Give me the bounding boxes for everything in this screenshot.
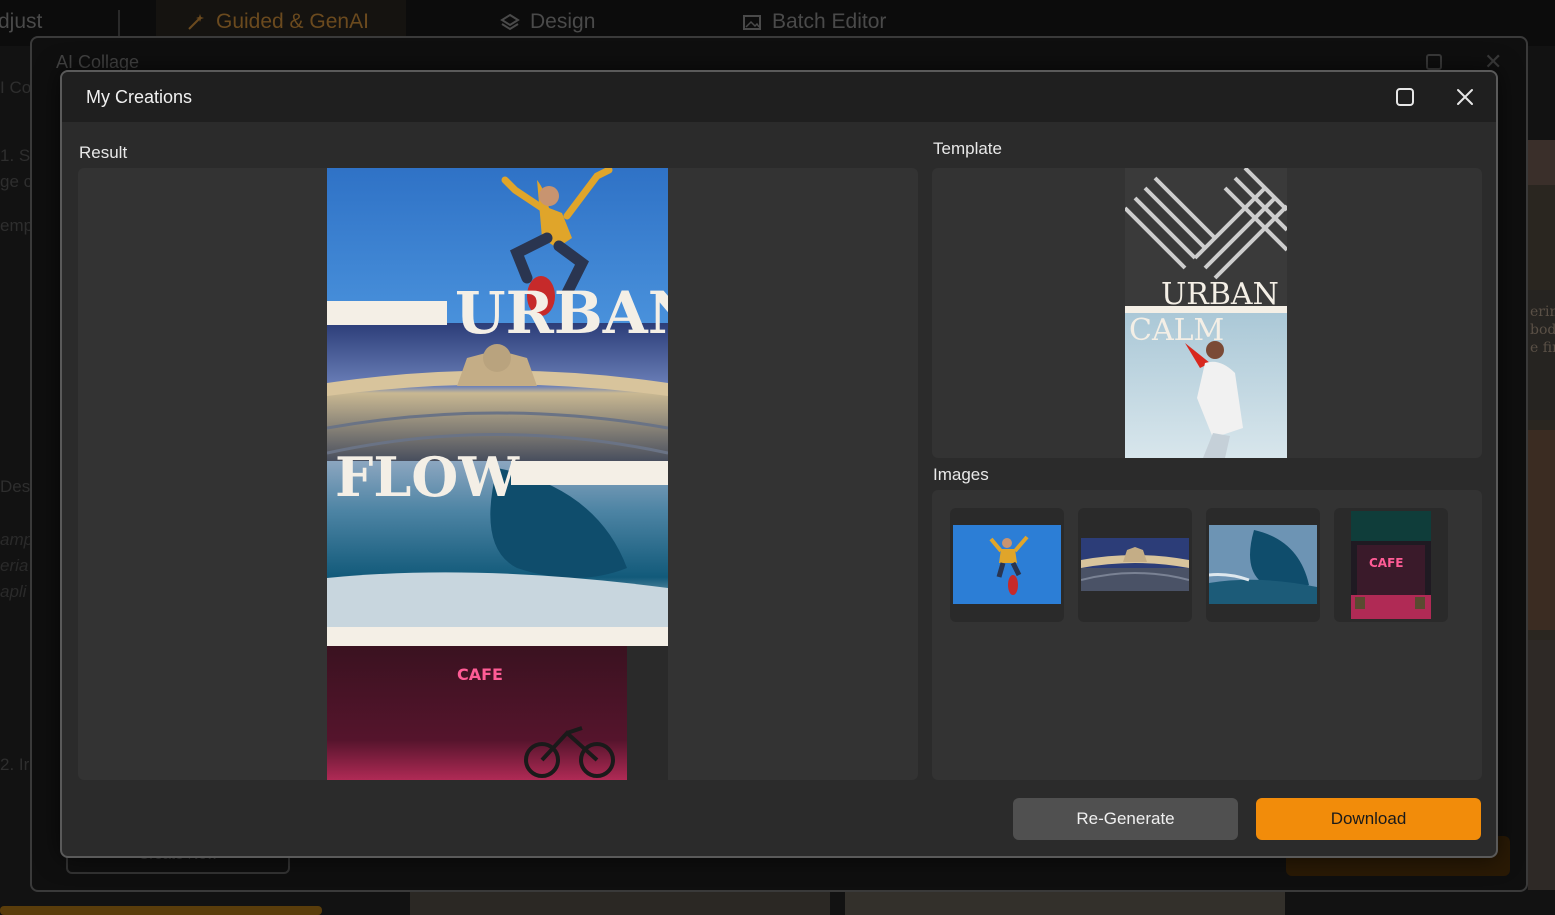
template-artwork: URBAN CALM [1125, 168, 1287, 458]
images-icon [743, 15, 761, 30]
template-headline-calm: CALM [1129, 313, 1224, 348]
collage-headline-urban: URBAN [455, 279, 668, 347]
images-label: Images [933, 465, 989, 484]
collage-artwork: CAFE URBAN FLOW [327, 168, 668, 780]
close-icon[interactable] [1454, 86, 1476, 108]
layers-icon [500, 13, 520, 31]
background-left-text: ge c [0, 172, 33, 191]
result-label: Result [79, 143, 128, 162]
background-left-text: I Co [0, 78, 32, 97]
image-thumbnail-wave[interactable] [1206, 508, 1320, 622]
result-panel: CAFE URBAN FLOW [78, 168, 918, 780]
background-progress-bar [0, 906, 322, 915]
background-tab-batch-editor: Batch Editor [742, 10, 886, 34]
background-right-gallery [1528, 140, 1555, 890]
template-panel: URBAN CALM [932, 168, 1482, 458]
background-right-text: e fir [1530, 340, 1555, 356]
template-headline-urban: URBAN [1161, 277, 1279, 312]
template-preview-image: URBAN CALM [1125, 168, 1287, 458]
maximize-icon[interactable] [1396, 88, 1414, 106]
background-left-text: apli [0, 582, 27, 601]
magic-wand-icon [188, 14, 204, 30]
background-bottom-thumbnail [410, 892, 830, 915]
background-left-text: amp [0, 530, 34, 549]
background-tab-guided: Guided & GenAI [186, 10, 369, 34]
my-creations-dialog: My Creations Result Template Images CAFE… [60, 70, 1498, 858]
background-close-icon: ✕ [1484, 49, 1503, 74]
background-bottom-thumbnail [845, 892, 1285, 915]
regenerate-button[interactable]: Re-Generate [1013, 798, 1238, 840]
image-thumbnail-venice[interactable] [1078, 508, 1192, 622]
collage-band [327, 301, 447, 325]
background-right-text: erin [1530, 304, 1555, 320]
background-left-text: 1. S [0, 146, 31, 165]
images-panel: CAFE [932, 490, 1482, 780]
background-tab-adjust: djust [0, 10, 43, 33]
download-button[interactable]: Download [1256, 798, 1481, 840]
background-tab-design: Design [500, 10, 595, 34]
dialog-title-bar: My Creations [62, 72, 1496, 122]
image-thumbnail-cafe[interactable]: CAFE [1334, 508, 1448, 622]
background-left-text: emp [0, 216, 34, 235]
thumbnail-cafe-sign: CAFE [1369, 556, 1404, 570]
cafe-neon-sign: CAFE [457, 665, 503, 684]
collage-band [511, 461, 668, 485]
background-left-text: 2. Ir [0, 755, 30, 774]
image-thumbnail-skater[interactable] [950, 508, 1064, 622]
template-label: Template [933, 139, 1002, 158]
background-left-text: eria [0, 556, 29, 575]
background-maximize-icon [1426, 54, 1442, 70]
result-collage-image: CAFE URBAN FLOW [327, 168, 668, 780]
collage-band [327, 627, 668, 646]
background-tab-separator [118, 10, 120, 36]
collage-headline-flow: FLOW [335, 445, 520, 509]
background-right-text: bod [1530, 322, 1555, 338]
dialog-title: My Creations [86, 87, 193, 107]
